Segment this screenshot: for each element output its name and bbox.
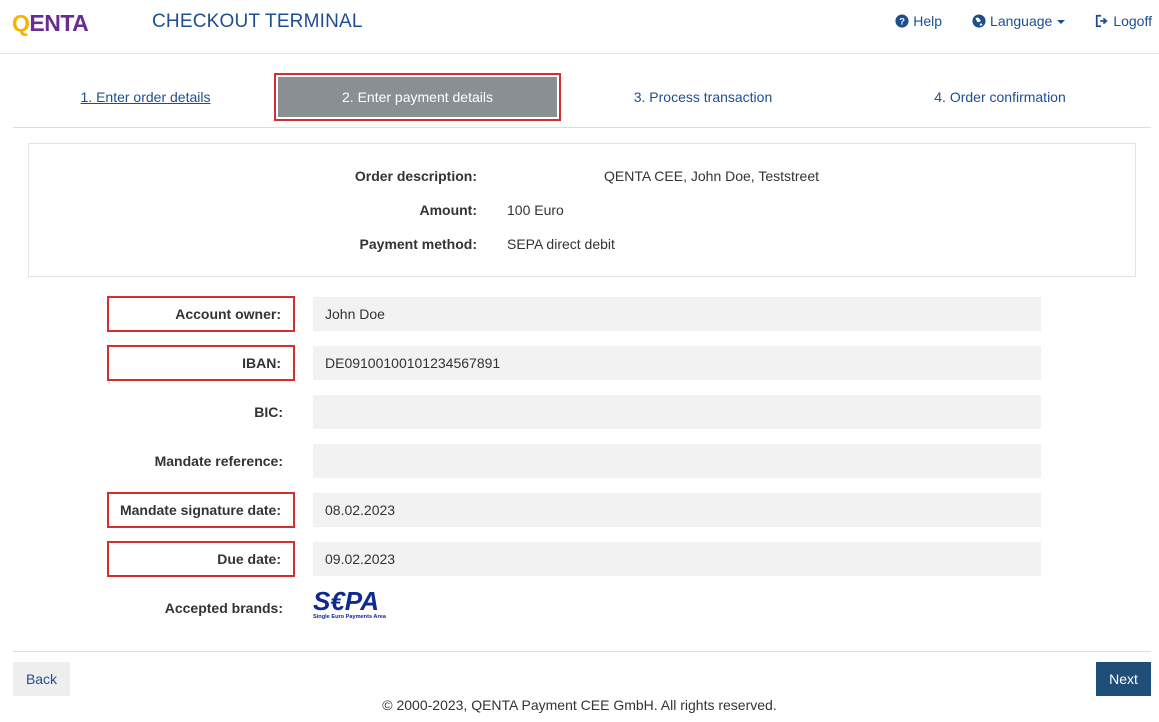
payment-method-label: Payment method: <box>359 236 477 252</box>
due-date-label: Due date: <box>107 541 295 577</box>
back-button[interactable]: Back <box>13 662 70 696</box>
language-dropdown[interactable]: Language <box>972 13 1066 29</box>
amount-label: Amount: <box>419 202 477 218</box>
amount-value: 100 Euro <box>507 202 564 218</box>
due-date-input[interactable] <box>313 542 1041 576</box>
iban-label: IBAN: <box>107 345 295 381</box>
order-description-value: QENTA CEE, John Doe, Teststreet <box>604 168 820 184</box>
mandate-signature-date-label: Mandate signature date: <box>107 492 295 528</box>
help-label: Help <box>913 13 943 29</box>
checkout-steps: 1. Enter order details 2. Enter payment … <box>13 73 1151 128</box>
copyright-footer: © 2000-2023, QENTA Payment CEE GmbH. All… <box>382 697 777 713</box>
globe-icon <box>972 14 986 28</box>
svg-text:?: ? <box>899 17 905 28</box>
language-label: Language <box>990 13 1053 29</box>
logoff-label: Logoff <box>1113 13 1152 29</box>
sepa-logo-text: S€PA <box>313 588 379 616</box>
sepa-logo: S€PA Single Euro Payments Area <box>313 588 387 620</box>
active-step-label: 2. Enter payment details <box>278 77 557 117</box>
mandate-reference-input[interactable] <box>313 444 1041 478</box>
order-summary: Order description: QENTA CEE, John Doe, … <box>28 143 1136 277</box>
sign-out-icon <box>1096 14 1109 28</box>
qenta-logo[interactable]: QENTA <box>12 10 89 37</box>
summary-row-amount: Amount: 100 Euro <box>29 202 1135 222</box>
header: QENTA CHECKOUT TERMINAL ? Help Language … <box>0 0 1159 54</box>
payment-method-value: SEPA direct debit <box>507 236 615 252</box>
account-owner-label: Account owner: <box>107 296 295 332</box>
logo-rest: ENTA <box>29 10 89 36</box>
mandate-reference-label: Mandate reference: <box>154 453 283 469</box>
page-title: CHECKOUT TERMINAL <box>152 11 363 32</box>
mandate-signature-date-input[interactable] <box>313 493 1041 527</box>
logo-q: Q <box>12 10 30 36</box>
bottom-divider <box>13 651 1151 652</box>
account-owner-input[interactable] <box>313 297 1041 331</box>
step-order-confirmation: 4. Order confirmation <box>934 89 1066 105</box>
summary-row-payment-method: Payment method: SEPA direct debit <box>29 236 1135 256</box>
header-nav: ? Help Language Logoff <box>895 13 1152 29</box>
order-description-label: Order description: <box>354 168 477 184</box>
account-owner-row: Account owner: <box>0 296 1159 332</box>
help-link[interactable]: ? Help <box>895 13 942 29</box>
logoff-link[interactable]: Logoff <box>1095 13 1152 29</box>
due-date-row: Due date: <box>0 541 1159 577</box>
iban-row: IBAN: <box>0 345 1159 381</box>
accepted-brands-label: Accepted brands: <box>164 600 283 616</box>
step-enter-order-details[interactable]: 1. Enter order details <box>13 73 278 121</box>
mandate-reference-row: Mandate reference: <box>0 444 1159 478</box>
summary-row-description: Order description: QENTA CEE, John Doe, … <box>29 168 1135 188</box>
bic-row: BIC: <box>0 395 1159 429</box>
iban-input[interactable] <box>313 346 1041 380</box>
mandate-signature-date-row: Mandate signature date: <box>0 492 1159 528</box>
bic-input[interactable] <box>313 395 1041 429</box>
sepa-logo-subtext: Single Euro Payments Area <box>313 614 387 620</box>
bic-label: BIC: <box>254 404 283 420</box>
caret-down-icon <box>1057 20 1066 24</box>
question-circle-icon: ? <box>895 14 909 28</box>
next-button[interactable]: Next <box>1096 662 1151 696</box>
step-enter-payment-details: 2. Enter payment details <box>274 73 561 121</box>
accepted-brands-row: Accepted brands: S€PA Single Euro Paymen… <box>0 588 1159 625</box>
step-process-transaction: 3. Process transaction <box>633 89 773 105</box>
